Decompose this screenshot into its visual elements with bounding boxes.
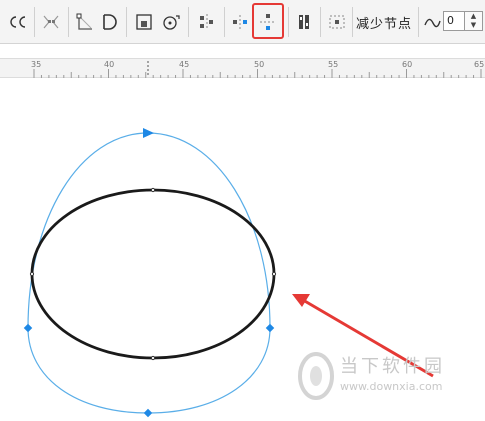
reduce-nodes-button[interactable]: 减少节点 xyxy=(356,13,412,32)
curve-node[interactable] xyxy=(143,408,153,418)
toolbar-separator xyxy=(352,7,353,37)
toolbar-separator xyxy=(188,7,189,37)
toolbar-separator xyxy=(126,7,127,37)
toolbar-separator xyxy=(68,7,69,37)
to-line-button[interactable] xyxy=(74,8,96,36)
black-ellipse[interactable] xyxy=(30,188,276,360)
horizontal-ruler[interactable]: 35 40 45 50 55 60 65 xyxy=(0,58,485,78)
toolbar-separator xyxy=(288,7,289,37)
horizontal-reflect-icon xyxy=(233,15,247,29)
ruler-label: 60 xyxy=(402,60,413,69)
horizontal-reflect-button[interactable] xyxy=(228,8,252,36)
align-nodes-button[interactable] xyxy=(194,8,220,36)
watermark-url: www.downxia.com xyxy=(340,380,443,393)
toolbar-separator xyxy=(320,7,321,37)
break-curve-icon xyxy=(10,16,26,28)
to-curve-icon xyxy=(103,14,117,30)
blue-curve-path[interactable] xyxy=(27,132,271,414)
watermark: 当下软件园 www.downxia.com xyxy=(296,348,466,404)
curve-smoothness-input[interactable]: 0 xyxy=(443,11,465,31)
rotate-nodes-icon xyxy=(163,15,180,30)
spinner-up-icon[interactable]: ▲ xyxy=(465,12,482,21)
extract-subpath-button[interactable] xyxy=(132,8,156,36)
rotate-nodes-button[interactable] xyxy=(158,8,184,36)
ellipse-node[interactable] xyxy=(150,187,156,193)
ruler-ticks xyxy=(33,61,482,78)
align-nodes-icon xyxy=(200,14,213,30)
direction-arrow-node[interactable] xyxy=(143,128,154,138)
break-curve-button[interactable] xyxy=(6,8,30,36)
extract-subpath-icon xyxy=(136,14,152,30)
watermark-title: 当下软件园 xyxy=(340,356,445,377)
ruler-label: 40 xyxy=(104,60,115,69)
elastic-mode-button[interactable] xyxy=(292,8,316,36)
watermark-logo-icon xyxy=(298,352,334,400)
curve-smoothness-icon xyxy=(424,18,441,28)
ellipse-node[interactable] xyxy=(271,271,277,277)
to-line-icon xyxy=(76,13,92,30)
to-curve-button[interactable] xyxy=(98,8,120,36)
ellipse-node[interactable] xyxy=(150,355,156,361)
elastic-mode-icon xyxy=(299,15,309,29)
select-all-nodes-icon xyxy=(329,15,345,29)
ruler-label: 35 xyxy=(31,60,42,69)
curve-smoothness-icon-wrap xyxy=(422,8,442,36)
toolbar-separator xyxy=(224,7,225,37)
ruler-label: 55 xyxy=(328,60,339,69)
toolbar-separator xyxy=(418,7,419,37)
toolbar-separator xyxy=(34,7,35,37)
ellipse-node[interactable] xyxy=(29,271,35,277)
highlight-box xyxy=(252,3,284,39)
join-nodes-icon xyxy=(43,15,59,29)
select-all-nodes-button[interactable] xyxy=(324,8,350,36)
spinner-down-icon[interactable]: ▼ xyxy=(465,21,482,30)
smoothness-spinner[interactable]: ▲ ▼ xyxy=(465,11,483,31)
ruler-label: 50 xyxy=(254,60,265,69)
property-toolbar: 减少节点 0 ▲ ▼ xyxy=(0,0,485,44)
annotation-arrow-head xyxy=(292,294,310,307)
curve-node[interactable] xyxy=(265,323,275,333)
ruler-label: 65 xyxy=(474,60,485,69)
join-nodes-button[interactable] xyxy=(38,8,64,36)
curve-node[interactable] xyxy=(23,323,33,333)
ruler-label: 45 xyxy=(179,60,190,69)
